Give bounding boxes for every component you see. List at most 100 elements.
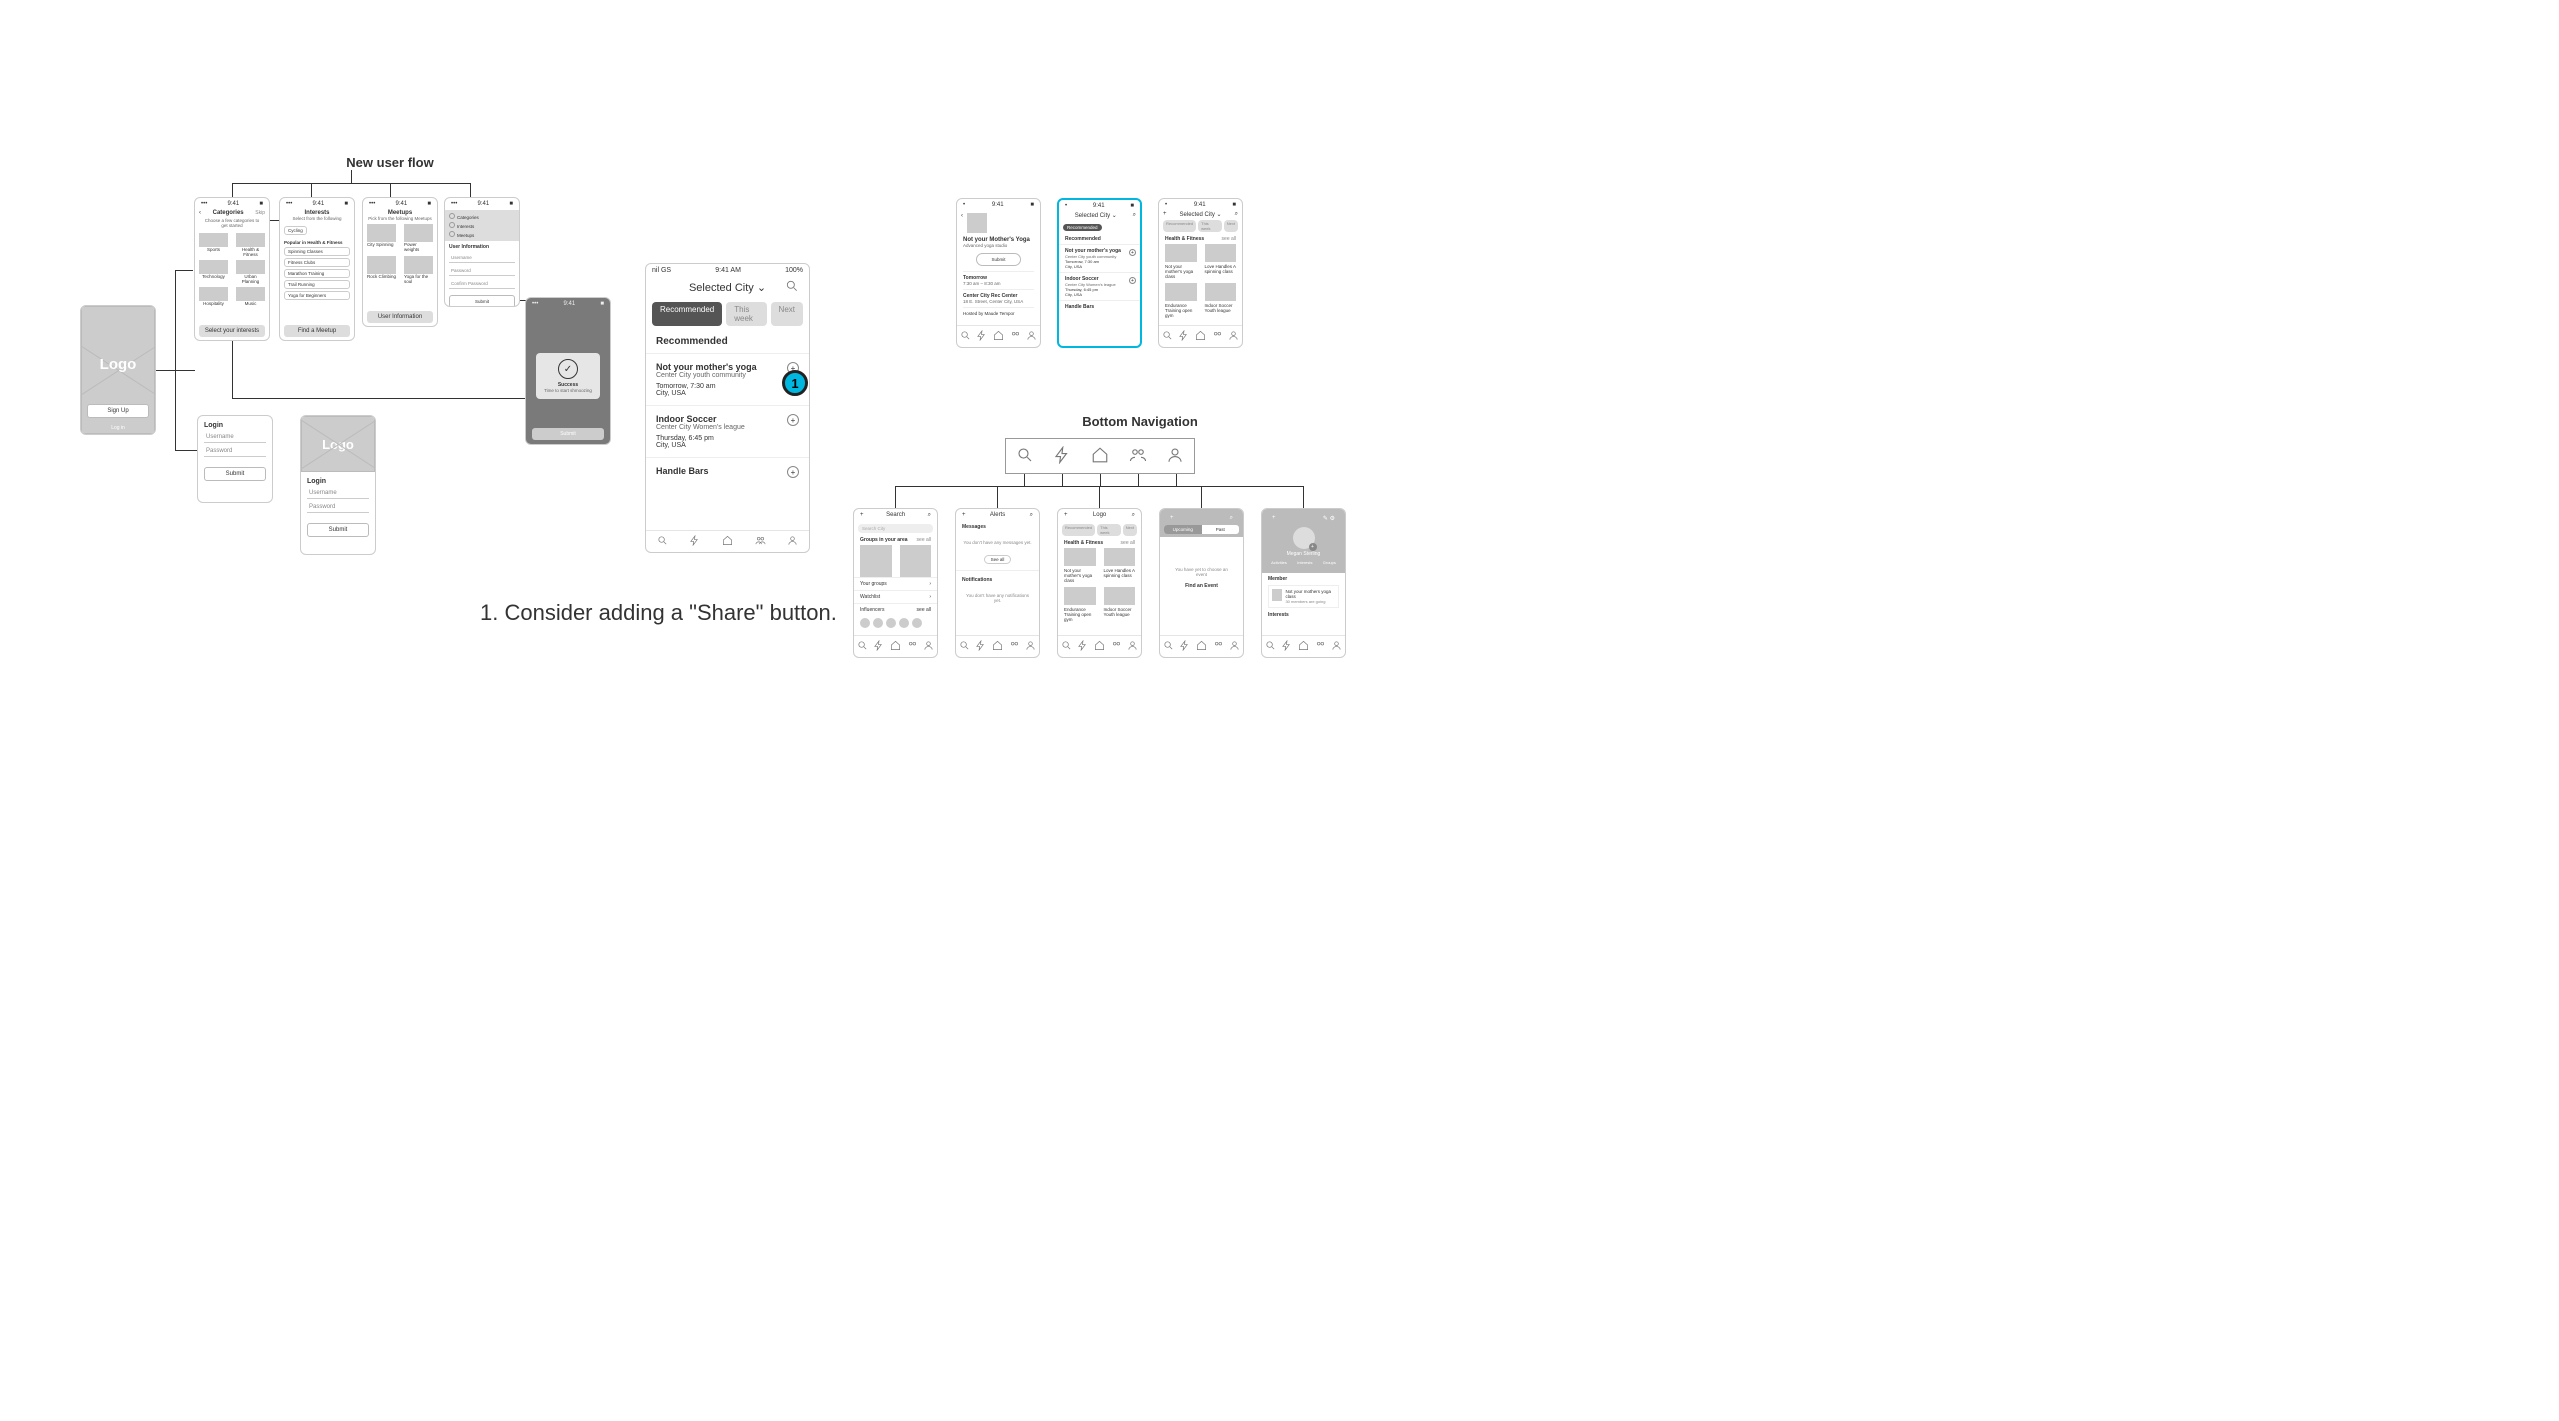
tab-bolt-icon[interactable] (976, 330, 987, 344)
tab-home-icon[interactable] (722, 535, 733, 549)
tab-group-icon[interactable] (907, 640, 918, 654)
find-event-button[interactable]: Find an Event (1160, 583, 1243, 589)
tab-home-icon[interactable] (992, 640, 1003, 654)
tab-group-icon[interactable] (1009, 640, 1020, 654)
event-card[interactable]: Indoor Soccer Center City Women's league… (646, 405, 809, 457)
search-icon[interactable] (785, 279, 799, 296)
tab-profile-icon[interactable] (1026, 330, 1037, 344)
tab-bolt-icon[interactable] (1077, 640, 1088, 654)
tab-home-icon[interactable] (1195, 330, 1206, 344)
nav-search-icon[interactable] (1016, 446, 1034, 467)
add-icon[interactable]: + (787, 466, 799, 478)
login2-submit-button[interactable]: Submit (307, 523, 369, 537)
interest-pill[interactable]: Marathon Training (284, 269, 350, 278)
login-submit-button[interactable]: Submit (204, 467, 266, 481)
tab-bolt-icon[interactable] (1281, 640, 1292, 654)
add-icon[interactable]: + (787, 414, 799, 426)
login-password-field[interactable]: Password (204, 443, 266, 457)
login-link[interactable]: Log in (81, 425, 155, 431)
login2-username-field[interactable]: Username (307, 485, 369, 499)
edit-avatar-icon[interactable]: + (1309, 543, 1317, 551)
add-icon[interactable]: + (1129, 277, 1136, 284)
tab-next[interactable]: Next (771, 302, 803, 326)
tab-profile-icon[interactable] (1229, 640, 1240, 654)
city-dropdown[interactable]: Selected City ⌄ ⌕+ (1159, 211, 1242, 218)
search-icon[interactable]: ⌕ (1235, 211, 1238, 218)
interest-pill[interactable]: Spinning Classes (284, 247, 350, 256)
tab-group-icon[interactable] (1315, 640, 1326, 654)
tab-bolt-icon[interactable] (873, 640, 884, 654)
success-submit-button[interactable]: Submit (532, 428, 604, 440)
see-all-link[interactable]: see all (917, 607, 931, 613)
tab-search-icon[interactable] (1163, 640, 1174, 654)
tab-search-icon[interactable] (1162, 330, 1173, 344)
search-input[interactable]: Search City (858, 524, 933, 533)
detail-submit-button[interactable]: Submit (976, 253, 1021, 266)
event-card[interactable]: Handle Bars + (646, 457, 809, 484)
userinfo-submit-button[interactable]: Submit (449, 295, 515, 307)
tab-upcoming[interactable]: Upcoming (1164, 525, 1202, 534)
add-icon[interactable]: + (1163, 211, 1167, 217)
tab-group-icon[interactable] (1111, 640, 1122, 654)
tab-bolt-icon[interactable] (975, 640, 986, 654)
tab-search-icon[interactable] (960, 330, 971, 344)
login2-password-field[interactable]: Password (307, 499, 369, 513)
city-dropdown[interactable]: Selected City ⌄ (689, 281, 766, 294)
list-item[interactable]: Watchlist› (854, 590, 937, 603)
tab-home-icon[interactable] (1298, 640, 1309, 654)
tab-this-week[interactable]: This week (726, 302, 766, 326)
list-item[interactable]: Your groups› (854, 577, 937, 590)
search-icon[interactable]: ⌕ (1133, 212, 1136, 219)
userinfo-confirm[interactable]: Confirm Password (449, 276, 515, 289)
pill-sport[interactable]: Cycling (284, 226, 307, 235)
tab-profile-icon[interactable] (1127, 640, 1138, 654)
see-all-button[interactable]: See all (984, 555, 1012, 564)
tab-profile-icon[interactable] (1228, 330, 1239, 344)
tab-search-icon[interactable] (1265, 640, 1276, 654)
interest-pill[interactable]: Yoga for Beginners (284, 291, 350, 300)
tab-search-icon[interactable] (1061, 640, 1072, 654)
interest-pill[interactable]: Fitness Clubs (284, 258, 350, 267)
tab-search-icon[interactable] (657, 535, 668, 549)
nav-group-icon[interactable] (1129, 446, 1147, 467)
tab-recommended[interactable]: Recommended (652, 302, 722, 326)
add-icon[interactable]: + (1129, 249, 1136, 256)
tab-profile-icon[interactable] (1331, 640, 1342, 654)
nav-home-icon[interactable] (1091, 446, 1109, 467)
userinfo-password[interactable]: Password (449, 263, 515, 276)
nav-profile-icon[interactable] (1166, 446, 1184, 467)
tab-search-icon[interactable] (959, 640, 970, 654)
see-all-link[interactable]: see all (1121, 540, 1135, 546)
user-info-button[interactable]: User Information (367, 311, 433, 323)
tab-home-icon[interactable] (1094, 640, 1105, 654)
userinfo-username[interactable]: Username (449, 250, 515, 263)
tab-bolt-icon[interactable] (1179, 640, 1190, 654)
nav-item[interactable]: Interests (449, 221, 515, 230)
find-meetup-button[interactable]: Find a Meetup (284, 325, 350, 337)
see-all-link[interactable]: see all (917, 537, 931, 543)
nav-bolt-icon[interactable] (1053, 446, 1071, 467)
tab-bolt-icon[interactable] (1178, 330, 1189, 344)
tab-group-icon[interactable] (1212, 330, 1223, 344)
tab-home-icon[interactable] (1196, 640, 1207, 654)
tab-group-icon[interactable] (1010, 330, 1021, 344)
tab-group-icon[interactable] (1213, 640, 1224, 654)
tab-search-icon[interactable] (857, 640, 868, 654)
tab-bolt-icon[interactable] (689, 535, 700, 549)
tab-profile-icon[interactable] (787, 535, 798, 549)
select-interests-button[interactable]: Select your interests (199, 325, 265, 337)
list-item[interactable]: Influencerssee all (854, 603, 937, 616)
tab-past[interactable]: Past (1202, 525, 1240, 534)
tab-group-icon[interactable] (755, 535, 766, 549)
nav-item[interactable]: Categories (449, 212, 515, 221)
tab-home-icon[interactable] (993, 330, 1004, 344)
signup-button[interactable]: Sign Up (87, 404, 149, 418)
tab-home-icon[interactable] (890, 640, 901, 654)
nav-item[interactable]: Meetups (449, 230, 515, 239)
see-all-link[interactable]: see all (1222, 236, 1236, 242)
login-username-field[interactable]: Username (204, 429, 266, 443)
tab-profile-icon[interactable] (923, 640, 934, 654)
member-item[interactable]: Not your mothers yoga class 30 members a… (1268, 585, 1339, 608)
back-icon[interactable]: ‹ (961, 213, 963, 233)
skip-link[interactable]: Skip (255, 210, 265, 216)
